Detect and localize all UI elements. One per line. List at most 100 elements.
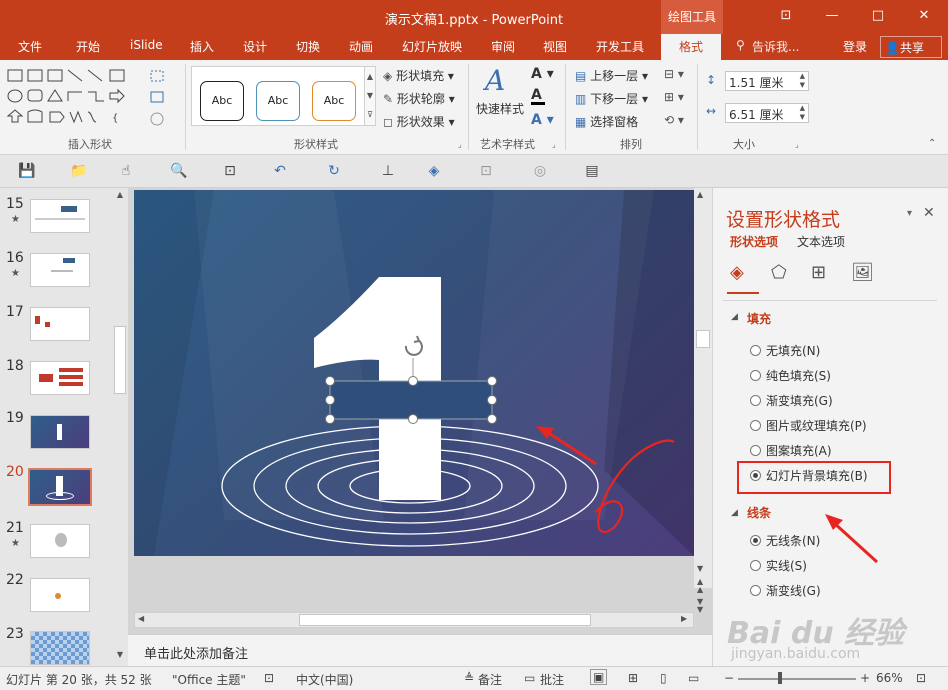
zoom-level[interactable]: 66%	[876, 671, 903, 685]
language-indicator[interactable]: 中文(中国)	[296, 671, 353, 688]
scroll-thumb[interactable]	[696, 330, 710, 348]
tab-slideshow[interactable]: 幻灯片放映	[402, 38, 462, 55]
gallery-scroll-icon[interactable]: ▲ ▼ ⊽	[364, 66, 376, 126]
zoom-slider-thumb[interactable]	[778, 672, 782, 684]
reading-view-icon[interactable]: ▯	[660, 671, 667, 685]
style-preset-blue[interactable]: Abc	[256, 81, 300, 121]
radio-pattern-fill[interactable]	[750, 445, 761, 456]
pane-close-icon[interactable]: ✕	[923, 205, 935, 221]
shape-effects-button[interactable]: ◻ 形状效果 ▾	[383, 113, 455, 130]
tab-text-options[interactable]: 文本选项	[797, 233, 845, 250]
shape-outline-button[interactable]: ✎ 形状轮廓 ▾	[383, 90, 455, 107]
presenter-icon[interactable]: ⊡	[222, 163, 238, 179]
scroll-right-icon[interactable]: ▶	[681, 614, 687, 623]
crop-icon[interactable]: ⊡	[478, 163, 494, 179]
slide-thumbnail-20-selected[interactable]	[28, 468, 92, 506]
restore-ribbon-icon[interactable]: ⊡	[776, 6, 796, 26]
merge-shapes-icon[interactable]: ◎	[532, 163, 548, 179]
notes-icon[interactable]: ≜	[464, 671, 474, 685]
align-center-icon[interactable]: ⊥	[380, 163, 396, 179]
zoom-out-button[interactable]: −	[724, 671, 734, 685]
slide-thumbnail-21[interactable]	[30, 524, 90, 558]
touch-mode-icon[interactable]: ☝	[118, 163, 134, 179]
option-no-fill[interactable]: 无填充(N)	[766, 342, 820, 359]
align-icon[interactable]: ⊟ ▾	[664, 67, 684, 81]
group-icon[interactable]: ⊞ ▾	[664, 90, 684, 104]
pane-options-icon[interactable]: ▾	[907, 208, 912, 219]
zoom-in-button[interactable]: +	[860, 671, 870, 685]
quick-styles-label[interactable]: 快速样式	[476, 100, 524, 117]
next-slide-icon[interactable]: ▼ ▼	[697, 598, 703, 614]
notes-pane[interactable]: 单击此处添加备注	[128, 634, 712, 666]
maximize-button[interactable]: □	[868, 6, 888, 26]
option-solid-fill[interactable]: 纯色填充(S)	[766, 367, 831, 384]
tell-me-search[interactable]: 告诉我...	[752, 38, 799, 55]
print-preview-icon[interactable]: 🔍	[170, 163, 187, 179]
tab-view[interactable]: 视图	[543, 38, 567, 55]
style-preset-orange[interactable]: Abc	[312, 81, 356, 121]
notes-button[interactable]: 备注	[478, 671, 502, 688]
scroll-down-icon[interactable]: ▼	[114, 650, 126, 662]
dialog-launcher-icon[interactable]: ⌟	[795, 140, 799, 149]
collapse-ribbon-icon[interactable]: ⌃	[928, 138, 936, 149]
option-no-line[interactable]: 无线条(N)	[766, 532, 820, 549]
collapse-line-icon[interactable]: ◢	[731, 508, 738, 518]
slideshow-icon[interactable]: ▭	[688, 671, 699, 685]
comments-icon[interactable]: ▭	[524, 671, 535, 685]
scroll-up-icon[interactable]: ▲	[114, 190, 126, 202]
tab-file[interactable]: 文件	[18, 38, 42, 55]
collapse-fill-icon[interactable]: ◢	[731, 312, 738, 322]
redo-icon[interactable]: ↻	[326, 163, 342, 179]
text-effects-icon[interactable]: A ▾	[531, 112, 554, 128]
notes-placeholder[interactable]: 单击此处添加备注	[144, 643, 248, 662]
tab-design[interactable]: 设计	[243, 38, 267, 55]
radio-solid-line[interactable]	[750, 560, 761, 571]
spinner-icon[interactable]: ▲ ▼	[800, 72, 805, 90]
dialog-launcher-icon[interactable]: ⌟	[458, 140, 462, 149]
radio-no-line[interactable]	[750, 535, 761, 546]
scroll-thumb[interactable]	[114, 326, 126, 394]
slide-thumbnail-23[interactable]	[30, 631, 90, 665]
scroll-up-icon[interactable]: ▲	[697, 190, 703, 199]
slide-thumbnail-19[interactable]	[30, 415, 90, 449]
tab-developer[interactable]: 开发工具	[596, 38, 644, 55]
open-folder-icon[interactable]: 📁	[70, 163, 87, 179]
fill-section-header[interactable]: 填充	[747, 310, 771, 327]
comments-button[interactable]: 批注	[540, 671, 564, 688]
send-backward-button[interactable]: ▥ 下移一层 ▾	[575, 90, 648, 107]
scroll-thumb[interactable]	[299, 614, 591, 626]
line-section-header[interactable]: 线条	[747, 504, 771, 521]
option-pattern-fill[interactable]: 图案填充(A)	[766, 442, 832, 459]
text-outline-icon[interactable]: A	[531, 88, 545, 105]
slide-thumbnail-17[interactable]	[30, 307, 90, 341]
slide-thumbnail-22[interactable]	[30, 578, 90, 612]
slide-thumbnail-16[interactable]	[30, 253, 90, 287]
shape-fill-icon[interactable]: ◈	[426, 163, 442, 179]
slide-thumbnail-18[interactable]	[30, 361, 90, 395]
radio-solid-fill[interactable]	[750, 370, 761, 381]
shape-fill-button[interactable]: ◈ 形状填充 ▾	[383, 67, 454, 84]
share-button[interactable]: 👤共享	[880, 36, 942, 58]
scroll-left-icon[interactable]: ◀	[138, 614, 144, 623]
spinner-icon[interactable]: ▲ ▼	[800, 104, 805, 122]
radio-gradient-line[interactable]	[750, 585, 761, 596]
tab-transitions[interactable]: 切换	[296, 38, 320, 55]
slide-sorter-icon[interactable]: ⊞	[628, 671, 638, 685]
tab-home[interactable]: 开始	[76, 38, 100, 55]
picture-icon[interactable]: 🖼	[851, 262, 875, 286]
dialog-launcher-icon[interactable]: ⌟	[552, 140, 556, 149]
spellcheck-icon[interactable]: ⊡	[264, 671, 274, 685]
quick-styles-icon[interactable]: A	[485, 64, 515, 100]
option-picture-fill[interactable]: 图片或纹理填充(P)	[766, 417, 867, 434]
zoom-slider-track[interactable]	[738, 678, 856, 680]
scroll-down-icon[interactable]: ▼	[697, 564, 703, 573]
rotate-icon[interactable]: ⟲ ▾	[664, 113, 684, 127]
height-input[interactable]: 1.51 厘米 ▲ ▼	[725, 71, 809, 91]
shapes-gallery[interactable]: {	[6, 68, 128, 130]
normal-view-icon[interactable]: ▣	[590, 669, 608, 685]
text-fill-icon[interactable]: A ▾	[531, 66, 554, 82]
previous-slide-icon[interactable]: ▲ ▲	[697, 578, 703, 594]
edit-shape-tools[interactable]	[148, 68, 176, 128]
horizontal-scrollbar[interactable]: ◀ ▶	[134, 612, 694, 628]
selection-pane-button[interactable]: ▦ 选择窗格	[575, 113, 638, 130]
